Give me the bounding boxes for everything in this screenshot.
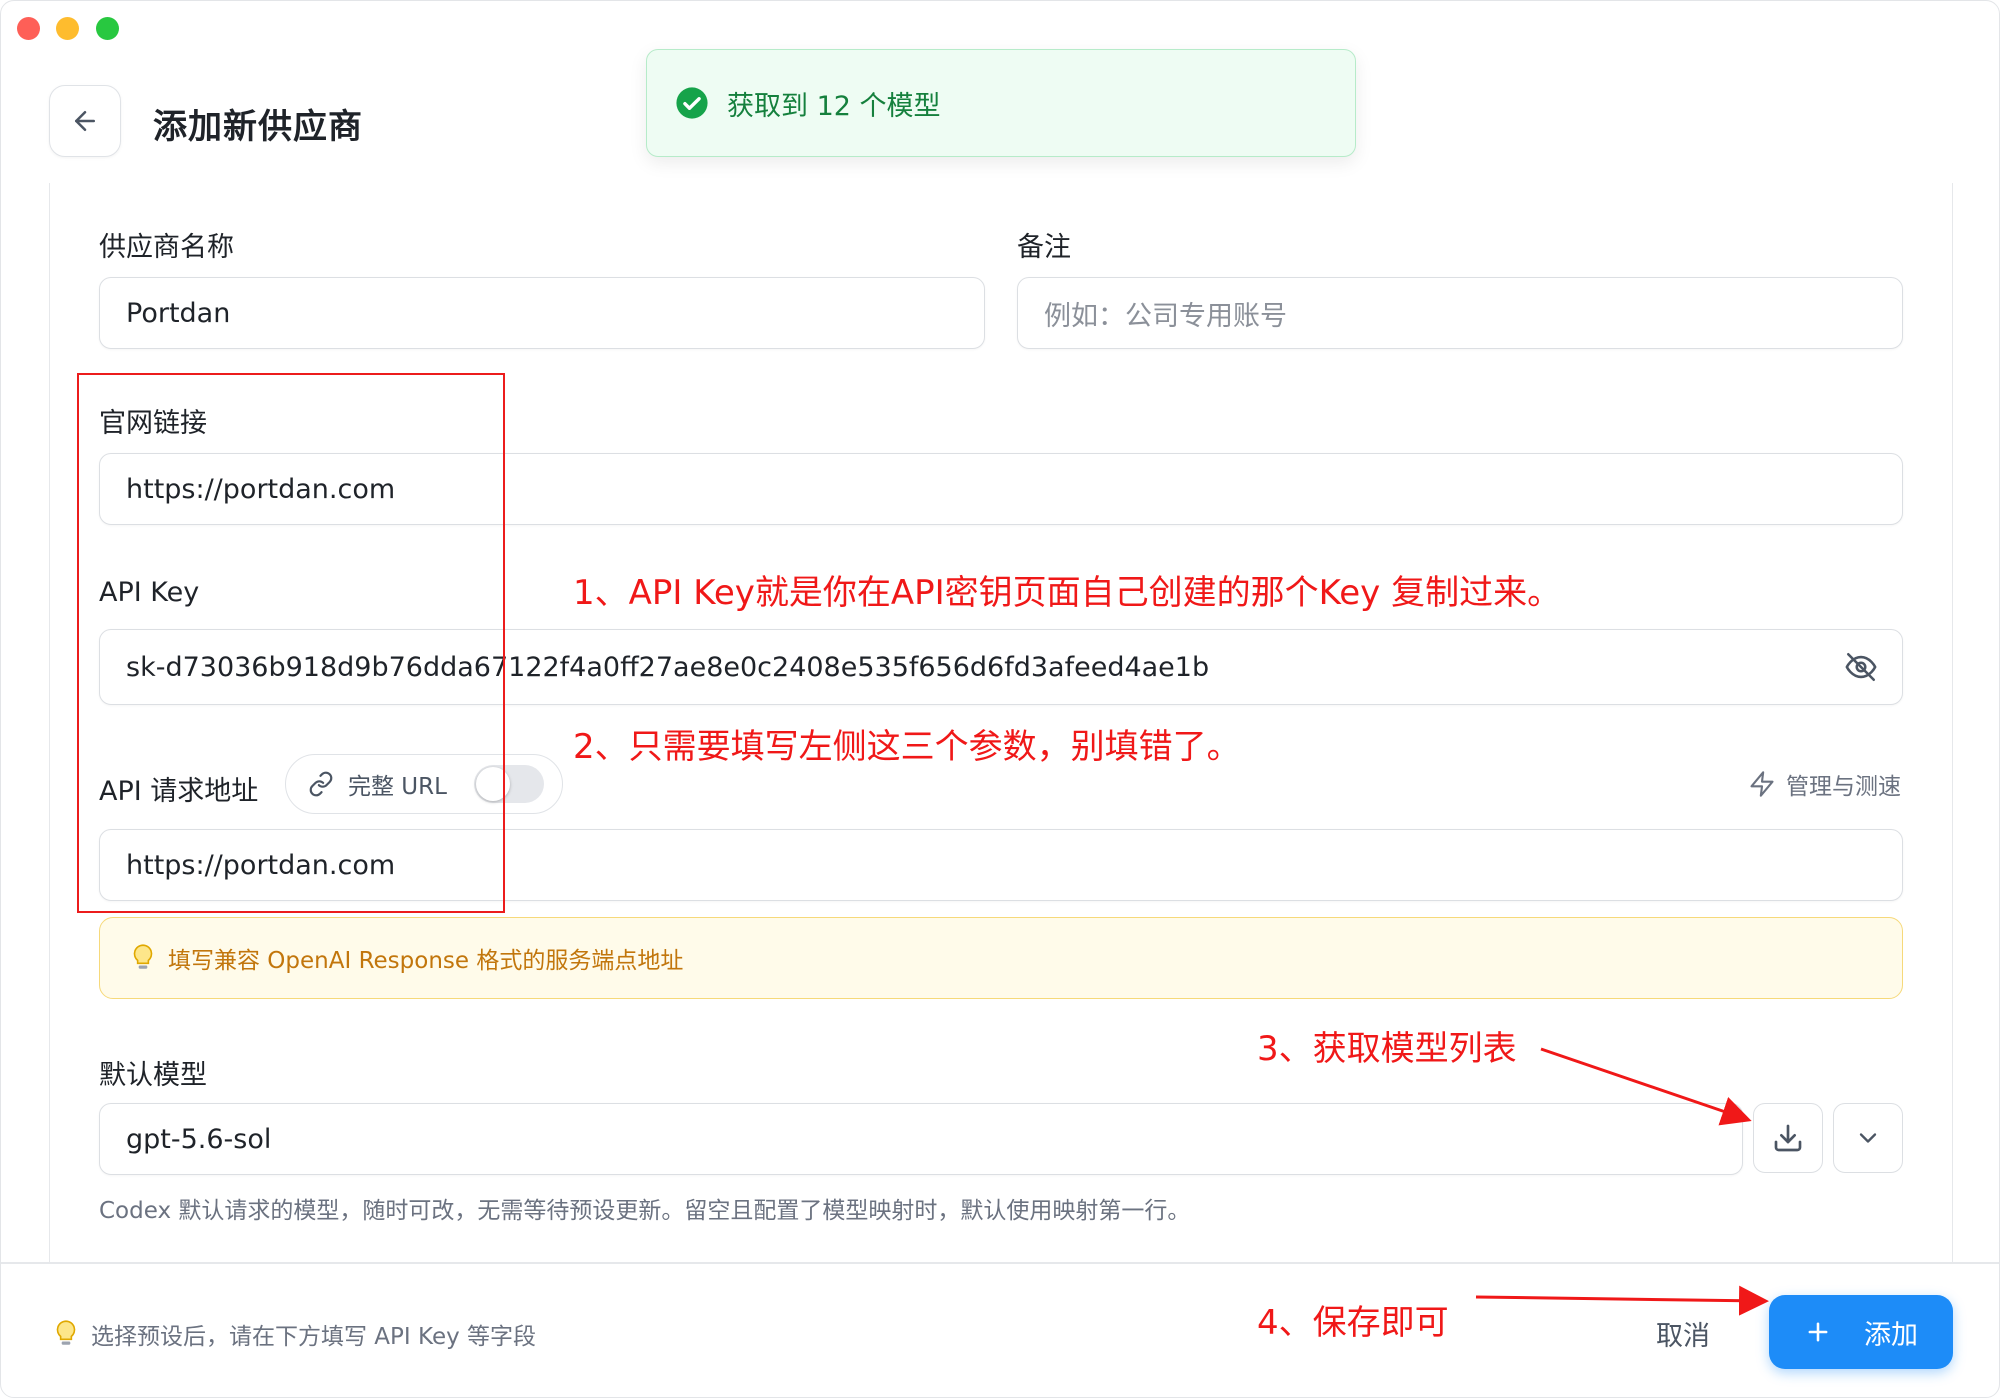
app-window: 添加新供应商 供应商名称 Portdan 备注 例如：公司专用账号 官网链接 h… xyxy=(0,0,2000,1398)
annotation-arrow-3 xyxy=(1540,1047,1752,1126)
annotation-arrow-4 xyxy=(1475,1285,1769,1316)
annotation-arrows xyxy=(1475,1047,1769,1316)
